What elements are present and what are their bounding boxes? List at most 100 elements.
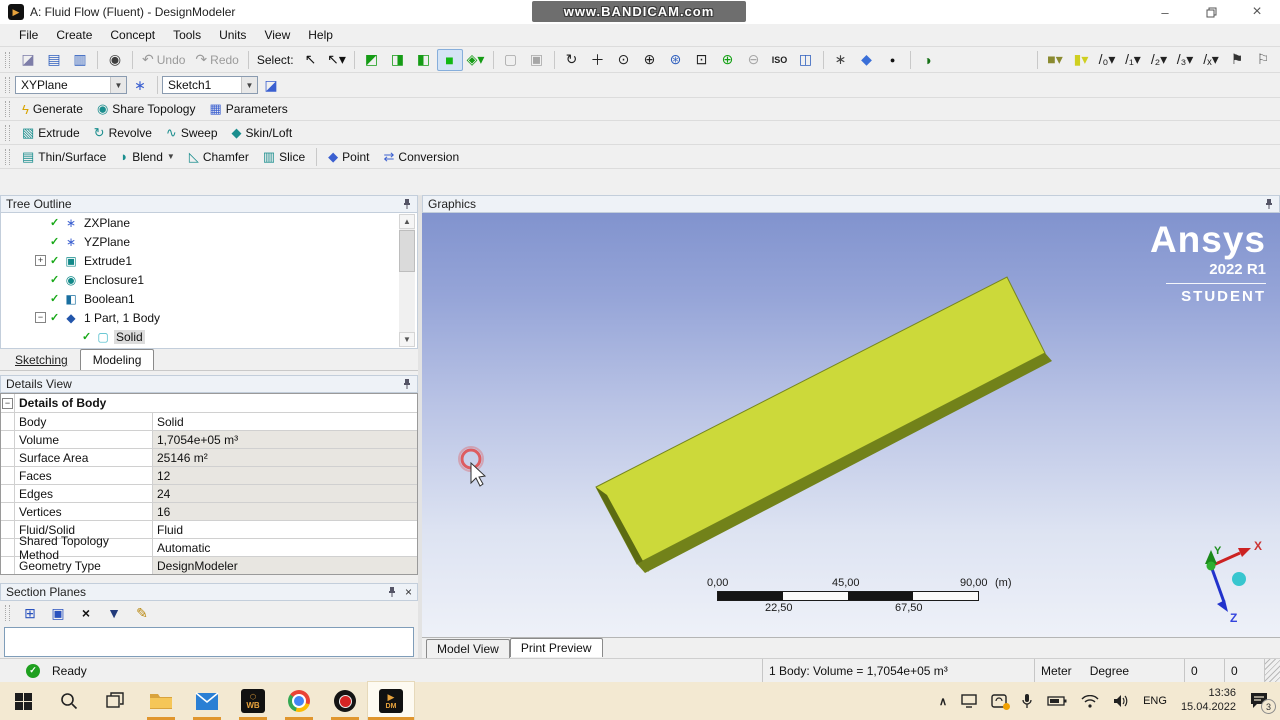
new-sketch-icon[interactable]: ◪: [258, 74, 284, 96]
duplicate-section-plane-icon[interactable]: ▣: [45, 602, 71, 624]
plane-display-icon[interactable]: ∗: [828, 49, 854, 71]
details-group-row[interactable]: − Details of Body: [1, 394, 417, 412]
expand-icon[interactable]: +: [35, 255, 46, 266]
tray-language[interactable]: ENG: [1143, 695, 1167, 707]
delete-section-plane-icon[interactable]: ×: [73, 602, 99, 624]
select-mode-dropdown-icon[interactable]: ↖▾: [324, 49, 350, 71]
view-adjust-icon[interactable]: ◫: [793, 49, 819, 71]
vertex-filter-icon[interactable]: ◩: [359, 49, 385, 71]
zoom-in-icon[interactable]: ⊕: [637, 49, 663, 71]
rotate-icon[interactable]: ↻: [559, 49, 585, 71]
tab-print-preview[interactable]: Print Preview: [509, 638, 603, 657]
tray-clock[interactable]: 13:36 15.04.2022: [1181, 687, 1236, 715]
point-button[interactable]: ◆ Point: [321, 147, 376, 167]
tree-item-solid[interactable]: ✓ ▢ Solid: [1, 327, 417, 346]
tab-modeling[interactable]: Modeling: [79, 349, 155, 370]
skin-loft-button[interactable]: ◆ Skin/Loft: [225, 123, 300, 143]
edge-filter-icon[interactable]: ◨: [385, 49, 411, 71]
fluid-solid-value[interactable]: Fluid: [153, 521, 417, 538]
pan-icon[interactable]: ＋: [585, 49, 611, 71]
face-color-swatch-icon[interactable]: ■▾: [1042, 49, 1068, 71]
edge-direction-2-icon[interactable]: /₂▾: [1146, 49, 1172, 71]
blend-button[interactable]: ◗ Blend ▼: [113, 147, 181, 166]
details-collapse-icon[interactable]: −: [2, 397, 13, 409]
point-display-icon[interactable]: ●: [880, 49, 906, 71]
menu-help[interactable]: Help: [299, 26, 342, 44]
adjacency-filter-icon[interactable]: ◈▾: [463, 49, 489, 71]
save-as-icon[interactable]: ▥: [67, 49, 93, 71]
tray-update-icon[interactable]: [991, 694, 1011, 710]
iso-view-icon[interactable]: ISO: [767, 49, 793, 71]
menu-tools[interactable]: Tools: [164, 26, 210, 44]
image-capture-icon[interactable]: ◉: [102, 49, 128, 71]
menu-view[interactable]: View: [255, 26, 299, 44]
edge-direction-1-icon[interactable]: /₁▾: [1120, 49, 1146, 71]
file-icon[interactable]: ◪: [15, 49, 41, 71]
taskbar-designmodeler[interactable]: ▶ DM: [367, 681, 415, 720]
pin-icon[interactable]: [387, 586, 397, 598]
undo-button[interactable]: ↶ Undo: [137, 50, 190, 69]
section-planes-list[interactable]: [4, 627, 414, 657]
extend-selection-limits-icon[interactable]: ▣: [524, 49, 550, 71]
chamfer-button[interactable]: ◺ Chamfer: [182, 147, 256, 167]
look-at-face-icon[interactable]: ◑: [915, 49, 941, 71]
tray-battery-icon[interactable]: [1047, 695, 1067, 707]
tray-microphone-icon[interactable]: [1021, 693, 1033, 709]
select-mode-icon[interactable]: ↖: [298, 49, 324, 71]
body-filter-icon[interactable]: ■: [436, 48, 463, 71]
tray-display-icon[interactable]: [961, 694, 977, 708]
show-whole-body-icon[interactable]: ▼: [101, 602, 127, 624]
sweep-button[interactable]: ∿ Sweep: [159, 123, 225, 143]
generate-button[interactable]: ϟ Generate: [15, 100, 90, 119]
edge-direction-x-icon[interactable]: /ₓ▾: [1198, 49, 1224, 71]
taskbar-mail[interactable]: [184, 682, 230, 720]
menu-create[interactable]: Create: [47, 26, 101, 44]
minimize-button[interactable]: –: [1142, 0, 1188, 24]
restore-button[interactable]: [1188, 0, 1234, 24]
tree-item-part-body[interactable]: − ✓ ◆ 1 Part, 1 Body: [1, 308, 417, 327]
share-topology-button[interactable]: ◉ Share Topology: [90, 99, 203, 119]
taskbar-file-explorer[interactable]: [138, 682, 184, 720]
task-view-button[interactable]: [92, 682, 138, 720]
sketch-combobox[interactable]: Sketch1 ▼: [162, 76, 258, 94]
shared-topology-value[interactable]: Automatic: [153, 539, 417, 556]
tray-volume-icon[interactable]: [1113, 694, 1129, 708]
extrude-button[interactable]: ▧ Extrude: [15, 123, 87, 143]
plane-combobox-arrow-icon[interactable]: ▼: [110, 77, 126, 93]
revolve-button[interactable]: ↻ Revolve: [87, 123, 159, 143]
body-value[interactable]: Solid: [153, 413, 417, 430]
tree-item-extrude1[interactable]: + ✓ ▣ Extrude1: [1, 251, 417, 270]
orientation-triad[interactable]: X Z Y: [1205, 539, 1262, 625]
edge-direction-0-icon[interactable]: /₀▾: [1094, 49, 1120, 71]
3d-viewport[interactable]: X Z Y Ansys 2022 R1 STUDENT 0,00 45,00 9…: [422, 213, 1280, 637]
tray-wifi-icon[interactable]: [1081, 694, 1099, 708]
plane-combobox[interactable]: XYPlane ▼: [15, 76, 127, 94]
tree-item-yzplane[interactable]: ✓ ∗ YZPlane: [1, 232, 417, 251]
slice-button[interactable]: ▥ Slice: [256, 147, 312, 167]
plane-axis-icon[interactable]: ∗: [127, 74, 153, 96]
pin-icon[interactable]: [402, 198, 412, 210]
face-filter-icon[interactable]: ◧: [411, 49, 437, 71]
close-panel-icon[interactable]: ×: [405, 585, 412, 599]
taskbar-search-button[interactable]: [46, 682, 92, 720]
thin-surface-button[interactable]: ▤ Thin/Surface: [15, 147, 113, 167]
tree-scrollbar[interactable]: ▲ ▼: [399, 214, 415, 347]
frozen-body-icon[interactable]: ⚐: [1250, 49, 1276, 71]
resize-grip[interactable]: [1264, 659, 1280, 682]
pin-icon[interactable]: [1264, 198, 1274, 210]
vertex-display-icon[interactable]: ⚑: [1224, 49, 1250, 71]
start-button[interactable]: [0, 682, 46, 720]
menu-file[interactable]: File: [10, 26, 47, 44]
taskbar-ansys-workbench[interactable]: ⬡ WB: [230, 682, 276, 720]
tree-item-boolean1[interactable]: ✓ ◧ Boolean1: [1, 289, 417, 308]
zoom-previous-icon[interactable]: ⊖: [741, 49, 767, 71]
sketch-combobox-arrow-icon[interactable]: ▼: [241, 77, 257, 93]
notification-center-button[interactable]: 3: [1250, 692, 1276, 714]
zoom-magnifier-icon[interactable]: ⊛: [663, 49, 689, 71]
menu-concept[interactable]: Concept: [101, 26, 164, 44]
tray-chevron-icon[interactable]: ∧: [939, 695, 947, 708]
taskbar-bandicam[interactable]: [322, 682, 368, 720]
edge-color-swatch-icon[interactable]: ▮▾: [1068, 49, 1094, 71]
model-appearance-icon[interactable]: ◆: [854, 49, 880, 71]
extend-selection-icon[interactable]: ▢: [498, 49, 524, 71]
